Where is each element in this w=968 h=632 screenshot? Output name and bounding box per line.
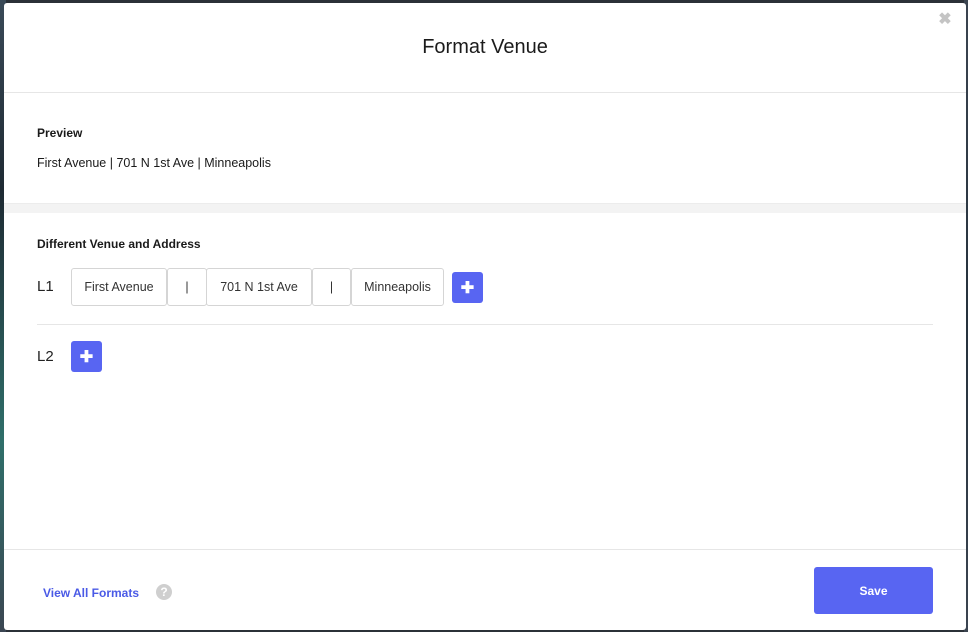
plus-icon: ✚ — [79, 348, 94, 366]
chip-venue-name[interactable]: First Avenue — [71, 268, 167, 306]
line-label-l1: L1 — [37, 278, 54, 295]
format-section-title: Different Venue and Address — [37, 237, 201, 251]
add-chip-button-l1[interactable]: ✚ — [452, 272, 483, 303]
chip-city[interactable]: Minneapolis — [351, 268, 444, 306]
preview-section: Preview First Avenue | 701 N 1st Ave | M… — [4, 93, 966, 203]
chip-separator[interactable]: | — [167, 268, 207, 306]
save-button[interactable]: Save — [814, 567, 933, 614]
chip-address[interactable]: 701 N 1st Ave — [206, 268, 312, 306]
format-venue-modal: Format Venue ✖ Preview First Avenue | 70… — [4, 3, 966, 630]
line-label-l2: L2 — [37, 348, 54, 365]
preview-label: Preview — [37, 126, 83, 140]
preview-text: First Avenue | 701 N 1st Ave | Minneapol… — [37, 156, 271, 170]
section-divider — [4, 203, 966, 213]
modal-footer: View All Formats ? Save — [4, 549, 966, 630]
line-divider — [37, 324, 933, 325]
view-all-formats-link[interactable]: View All Formats — [43, 586, 139, 600]
question-icon[interactable]: ? — [156, 584, 172, 600]
modal-title: Format Venue — [422, 36, 548, 58]
plus-icon: ✚ — [460, 279, 475, 297]
add-chip-button-l2[interactable]: ✚ — [71, 341, 102, 372]
modal-header: Format Venue ✖ — [4, 3, 966, 93]
chip-separator[interactable]: | — [312, 268, 351, 306]
close-icon[interactable]: ✖ — [938, 12, 952, 28]
